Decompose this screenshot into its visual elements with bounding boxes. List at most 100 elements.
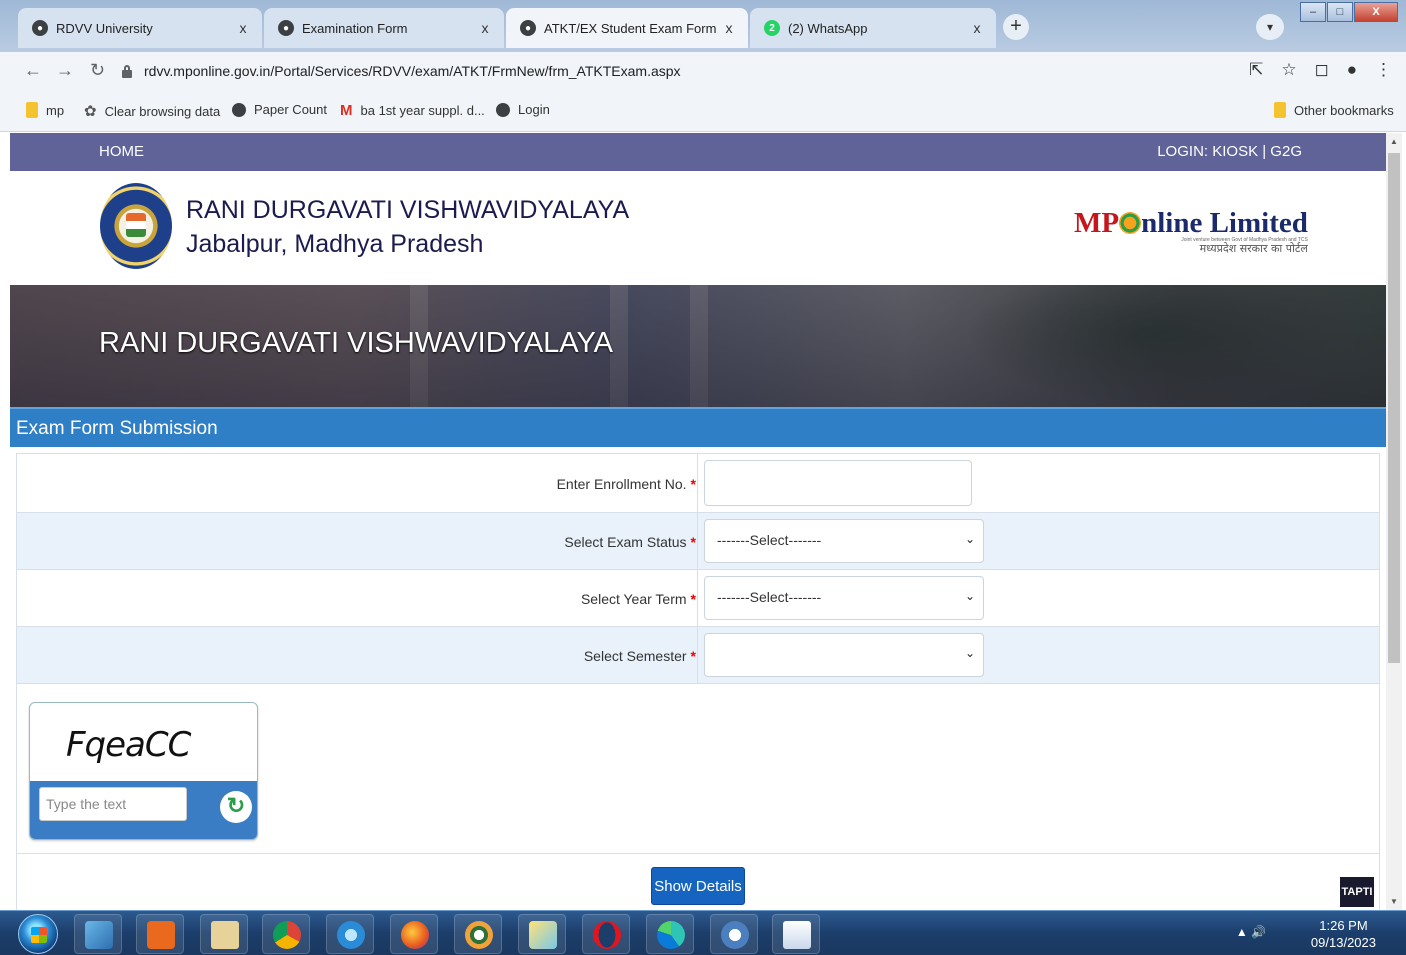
form-row-year-term: Select Year Term * -------Select------- ⌄ — [17, 570, 1379, 627]
exam-status-select[interactable]: -------Select------- ⌄ — [704, 519, 984, 563]
captcha-input[interactable]: Type the text — [39, 787, 187, 821]
bookmark-login[interactable]: Login — [496, 102, 550, 117]
hero-banner: RANI DURGAVATI VISHWAVIDYALAYA — [10, 285, 1386, 407]
windows-taskbar: ▲ 🔊 1:26 PM 09/13/2023 — [0, 910, 1406, 955]
internet-explorer-taskbar-icon[interactable] — [326, 914, 374, 954]
url-field[interactable]: rdvv.mponline.gov.in/Portal/Services/RDV… — [120, 57, 1300, 85]
semester-select[interactable]: ⌄ — [704, 633, 984, 677]
star-icon[interactable]: ☆ — [1281, 60, 1296, 80]
firefox-taskbar-icon[interactable] — [390, 914, 438, 954]
reload-icon[interactable]: ↻ — [90, 60, 105, 81]
tab-label: Examination Form — [302, 20, 408, 36]
globe-icon: ● — [520, 20, 536, 36]
login-link[interactable]: LOGIN: KIOSK | G2G — [1157, 143, 1302, 160]
university-title-block: RANI DURGAVATI VISHWAVIDYALAYA Jabalpur,… — [186, 193, 629, 261]
close-icon[interactable]: x — [720, 20, 738, 36]
clock-time: 1:26 PM — [1319, 918, 1368, 933]
logo-hindi-text: मध्यप्रदेश सरकार का पोर्टल — [1199, 242, 1308, 255]
tray-icons[interactable]: ▲ 🔊 — [1236, 925, 1266, 939]
files-taskbar-icon[interactable] — [200, 914, 248, 954]
address-bar-actions: ⇱ ☆ ◻ ● ⋮ — [1249, 60, 1392, 80]
address-bar-row: ← → ↻ rdvv.mponline.gov.in/Portal/Servic… — [0, 52, 1406, 90]
word-taskbar-icon[interactable] — [772, 914, 820, 954]
bookmark-label: Other bookmarks — [1294, 102, 1394, 118]
home-link[interactable]: HOME — [99, 143, 144, 160]
bookmark-gmail[interactable]: M ba 1st year suppl. d... — [340, 102, 485, 119]
bookmark-label: Clear browsing data — [104, 103, 221, 119]
scroll-up-arrow-icon[interactable]: ▲ — [1386, 137, 1402, 146]
gmail-icon: M — [340, 102, 353, 119]
sidepanel-icon[interactable]: ◻ — [1315, 60, 1329, 80]
form-actions: Show Details — [17, 853, 1379, 910]
bookmark-mp[interactable]: mp — [26, 102, 64, 118]
back-arrow-icon[interactable]: ← — [24, 60, 42, 81]
select-value: -------Select------- — [717, 532, 822, 548]
tab-whatsapp[interactable]: 2 (2) WhatsApp x — [750, 8, 996, 48]
menu-kebab-icon[interactable]: ⋮ — [1375, 60, 1392, 80]
field-label: Enter Enrollment No. * — [556, 476, 696, 492]
tab-label: RDVV University — [56, 20, 153, 36]
university-location: Jabalpur, Madhya Pradesh — [186, 230, 484, 258]
form-row-exam-status: Select Exam Status * -------Select-------… — [17, 513, 1379, 570]
page-viewport: HOME LOGIN: KIOSK | G2G RANI DURGAVATI V… — [10, 133, 1386, 910]
media-player-taskbar-icon[interactable] — [454, 914, 502, 954]
chevron-down-icon: ⌄ — [964, 589, 975, 603]
close-icon[interactable]: x — [968, 20, 986, 36]
refresh-icon[interactable]: ↻ — [220, 791, 252, 823]
banner-title: RANI DURGAVATI VISHWAVIDYALAYA — [99, 327, 614, 359]
field-label: Select Semester * — [583, 648, 696, 664]
form-row-enrollment: Enter Enrollment No. * — [17, 454, 1379, 513]
scroll-down-arrow-icon[interactable]: ▼ — [1386, 897, 1402, 906]
globe-icon — [232, 102, 246, 117]
exam-form: Enter Enrollment No. * Select Exam Status… — [16, 453, 1380, 910]
select-value: -------Select------- — [717, 589, 822, 605]
scroll-thumb[interactable] — [1388, 153, 1400, 663]
bookmark-clear-browsing[interactable]: ✿ Clear browsing data — [84, 102, 220, 120]
tapti-badge[interactable]: TAPTI — [1340, 877, 1374, 907]
show-details-button[interactable]: Show Details — [651, 867, 745, 905]
system-clock[interactable]: 1:26 PM 09/13/2023 — [1311, 917, 1376, 951]
folder-taskbar-icon[interactable] — [518, 914, 566, 954]
field-label: Select Exam Status * — [564, 534, 696, 550]
minimize-button[interactable]: – — [1300, 2, 1326, 22]
snipping-tool-taskbar-icon[interactable] — [710, 914, 758, 954]
chevron-down-icon: ⌄ — [964, 646, 975, 660]
bookmark-other[interactable]: Other bookmarks — [1274, 102, 1394, 118]
enrollment-input[interactable] — [704, 460, 972, 506]
globe-icon — [496, 102, 510, 117]
new-tab-button[interactable]: + — [1003, 14, 1029, 40]
tab-rdvv-university[interactable]: ● RDVV University x — [18, 8, 262, 48]
chevron-down-icon: ⌄ — [964, 532, 975, 546]
year-term-select[interactable]: -------Select------- ⌄ — [704, 576, 984, 620]
page-scrollbar[interactable]: ▲ ▼ — [1386, 133, 1402, 910]
opera-taskbar-icon[interactable] — [582, 914, 630, 954]
mponline-logo: MP nline Limited Joint venture between Go… — [1074, 207, 1308, 255]
close-icon[interactable]: x — [476, 20, 494, 36]
logo-rest-text: nline Limited — [1141, 207, 1308, 239]
globe-icon: ● — [278, 20, 294, 36]
close-icon[interactable]: x — [234, 20, 252, 36]
captcha-code: FqeaCC — [66, 725, 191, 765]
lock-icon — [120, 64, 134, 78]
tab-atkt-exam-form[interactable]: ● ATKT/EX Student Exam Form x — [506, 8, 748, 48]
logo-o-emblem — [1119, 212, 1142, 234]
window-controls: – □ X — [1299, 2, 1398, 22]
form-row-semester: Select Semester * ⌄ — [17, 627, 1379, 684]
maximize-button[interactable]: □ — [1327, 2, 1353, 22]
bookmark-paper-count[interactable]: Paper Count — [232, 102, 327, 117]
share-icon[interactable]: ⇱ — [1249, 60, 1263, 80]
close-window-button[interactable]: X — [1354, 2, 1398, 22]
forward-arrow-icon[interactable]: → — [56, 60, 74, 81]
profile-avatar[interactable]: ● — [1347, 60, 1357, 80]
start-button[interactable] — [18, 914, 58, 954]
site-header: RANI DURGAVATI VISHWAVIDYALAYA Jabalpur,… — [10, 171, 1386, 285]
field-label: Select Year Term * — [580, 591, 696, 607]
folder-icon — [1274, 102, 1286, 118]
outlook-taskbar-icon[interactable] — [136, 914, 184, 954]
chrome-taskbar-icon[interactable] — [262, 914, 310, 954]
tab-examination-form[interactable]: ● Examination Form x — [264, 8, 504, 48]
logo-mp-text: MP — [1074, 207, 1120, 239]
edge-taskbar-icon[interactable] — [646, 914, 694, 954]
explorer-taskbar-icon[interactable] — [74, 914, 122, 954]
tab-search-chevron-icon[interactable]: ▾ — [1256, 14, 1284, 40]
